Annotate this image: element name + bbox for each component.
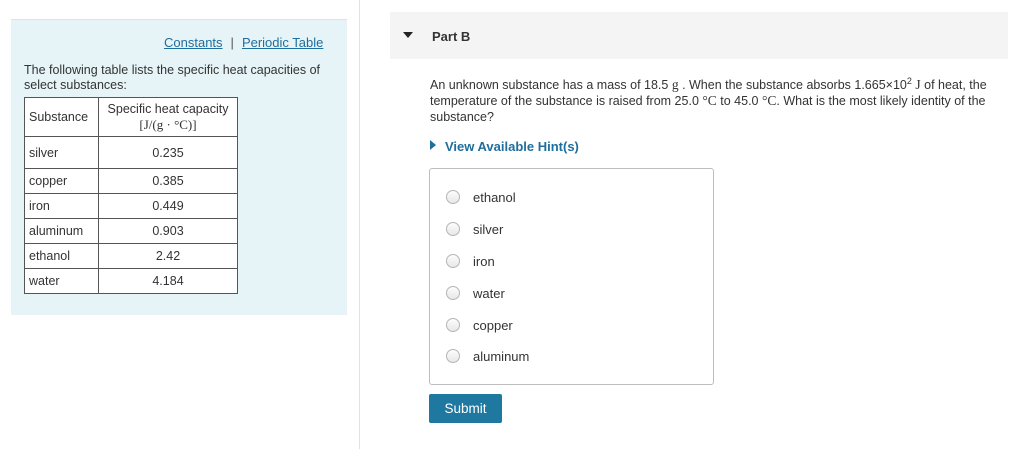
panel-divider [359, 0, 360, 449]
cell-value: 0.385 [98, 168, 238, 194]
cell-substance: ethanol [24, 243, 99, 269]
hints-label: View Available Hint(s) [445, 139, 579, 154]
table-intro-text: The following table lists the specific h… [24, 63, 320, 92]
option-label: aluminum [473, 348, 530, 364]
cell-value: 0.903 [98, 218, 238, 244]
header-substance: Substance [24, 97, 99, 137]
option-label: iron [473, 253, 495, 269]
cell-substance: copper [24, 168, 99, 194]
constants-link[interactable]: Constants [164, 35, 223, 50]
periodic-table-link[interactable]: Periodic Table [242, 35, 323, 50]
question-part: to 45.0 [720, 94, 759, 109]
radio-button[interactable] [446, 190, 460, 204]
table-row: silver 0.235 [24, 136, 238, 169]
cell-substance: water [24, 268, 99, 294]
cell-value: 4.184 [98, 268, 238, 294]
option-aluminum[interactable]: aluminum [446, 348, 529, 364]
radio-button[interactable] [446, 318, 460, 332]
option-water[interactable]: water [446, 285, 505, 301]
view-hints-link[interactable]: View Available Hint(s) [430, 139, 579, 154]
unit-j: J [915, 77, 921, 93]
option-label: copper [473, 317, 513, 333]
question-part: An unknown substance has a mass of 18.5 [430, 78, 669, 93]
header-capacity: Specific heat capacity [J/(g · °C)] [98, 97, 238, 137]
radio-button[interactable] [446, 254, 460, 268]
option-copper[interactable]: copper [446, 317, 513, 333]
constants-panel: Constants | Periodic Table The following t… [11, 19, 347, 315]
option-label: ethanol [473, 189, 516, 205]
radio-button[interactable] [446, 286, 460, 300]
specific-heat-table: Substance Specific heat capacity [J/(g ·… [24, 97, 238, 294]
table-header-row: Substance Specific heat capacity [J/(g ·… [24, 97, 238, 137]
table-row: copper 0.385 [24, 168, 238, 194]
cell-value: 2.42 [98, 243, 238, 269]
table-row: iron 0.449 [24, 193, 238, 219]
submit-button[interactable]: Submit [429, 394, 502, 423]
table-row: water 4.184 [24, 268, 238, 294]
cell-value: 0.235 [98, 136, 238, 169]
cell-substance: iron [24, 193, 99, 219]
part-b-header[interactable]: Part B [390, 12, 1008, 59]
unit-celsius: °C [761, 93, 777, 109]
reference-links: Constants | Periodic Table [164, 35, 323, 50]
link-separator: | [230, 35, 234, 50]
option-label: silver [473, 221, 504, 237]
triangle-right-icon [430, 140, 436, 150]
option-label: water [473, 285, 505, 301]
option-ethanol[interactable]: ethanol [446, 189, 516, 205]
unit-g: g [671, 77, 679, 93]
question-part: . When the substance absorbs 1.665×10 [682, 78, 907, 93]
cell-value: 0.449 [98, 193, 238, 219]
answer-options: ethanol silver iron water copper aluminu… [429, 168, 714, 385]
cell-substance: aluminum [24, 218, 99, 244]
table-row: ethanol 2.42 [24, 243, 238, 269]
unit-celsius: °C [702, 93, 717, 109]
header-capacity-label: Specific heat capacity [107, 101, 229, 116]
header-capacity-unit: [J/(g · °C)] [139, 116, 197, 132]
triangle-down-icon[interactable] [403, 32, 413, 38]
option-silver[interactable]: silver [446, 221, 503, 237]
question-text: An unknown substance has a mass of 18.5 … [430, 73, 995, 125]
table-row: aluminum 0.903 [24, 218, 238, 244]
cell-substance: silver [24, 136, 99, 169]
part-title: Part B [432, 29, 471, 44]
option-iron[interactable]: iron [446, 253, 495, 269]
radio-button[interactable] [446, 222, 460, 236]
radio-button[interactable] [446, 349, 460, 363]
exponent: 2 [906, 76, 912, 86]
